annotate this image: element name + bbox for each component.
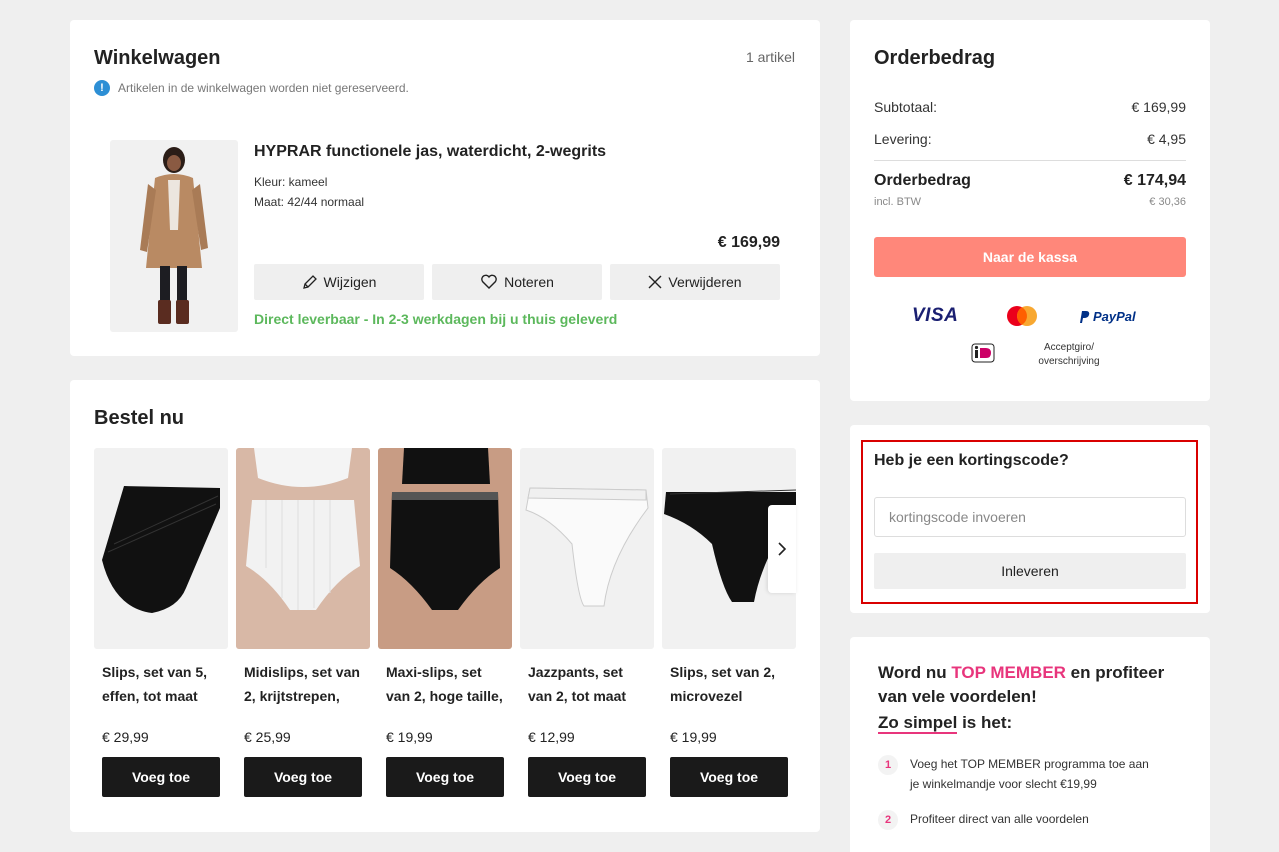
subtotal-label: Subtotaal: — [874, 99, 938, 115]
summary-divider — [874, 160, 1186, 161]
carousel-next-button[interactable] — [768, 505, 796, 593]
top-member-card: Word nu TOP MEMBER en profiteer van vele… — [850, 637, 1210, 852]
delivery-value: € 4,95 — [1147, 131, 1186, 147]
step-number: 2 — [878, 810, 898, 830]
reco-name[interactable]: Maxi-slips, set van 2, hoge taille, — [386, 660, 504, 708]
member-step: 2 Profiteer direct van alle voordelen — [878, 809, 1150, 830]
vat-label: incl. BTW — [874, 196, 922, 208]
chevron-right-icon — [778, 542, 787, 556]
reco-name[interactable]: Jazzpants, set van 2, tot maat — [528, 660, 646, 708]
cart-title: Winkelwagen — [94, 47, 221, 69]
checkout-button[interactable]: Naar de kassa — [874, 237, 1186, 277]
paypal-wordmark: PayPal — [1093, 309, 1136, 324]
mastercard-logo — [1007, 306, 1037, 326]
subtotal-row: Subtotaal: € 169,99 — [874, 99, 1186, 115]
save-for-later-button[interactable]: Noteren — [432, 264, 602, 300]
delivery-row: Levering: € 4,95 — [874, 131, 1186, 147]
reco-price: € 19,99 — [386, 729, 433, 745]
save-for-later-label: Noteren — [504, 274, 554, 290]
total-value: € 174,94 — [1123, 172, 1186, 189]
reservation-notice: ! Artikelen in de winkelwagen worden nie… — [94, 80, 409, 96]
add-to-cart-button[interactable]: Voeg toe — [102, 757, 220, 797]
paypal-icon — [1080, 310, 1090, 323]
reco-item: Maxi-slips, set van 2, hoge taille, € 19… — [378, 448, 512, 797]
step-number: 1 — [878, 755, 898, 775]
subtotal-value: € 169,99 — [1131, 99, 1187, 115]
recommendations-title: Bestel nu — [94, 407, 185, 429]
reco-item: Jazzpants, set van 2, tot maat € 12,99 V… — [520, 448, 654, 797]
member-brand: TOP MEMBER — [951, 663, 1066, 682]
heart-icon — [481, 274, 497, 289]
total-row: Orderbedrag € 174,94 — [874, 172, 1186, 190]
add-to-cart-button[interactable]: Voeg toe — [528, 757, 646, 797]
add-to-cart-button[interactable]: Voeg toe — [670, 757, 788, 797]
voucher-title: Heb je een kortingscode? — [874, 452, 1069, 469]
pencil-icon — [302, 275, 317, 289]
reco-item: Slips, set van 5, effen, tot maat € 29,9… — [94, 448, 228, 797]
remove-button[interactable]: Verwijderen — [610, 264, 780, 300]
reco-name[interactable]: Midislips, set van 2, krijtstrepen, — [244, 660, 362, 708]
reco-image[interactable] — [378, 448, 512, 649]
reco-name[interactable]: Slips, set van 2, microvezel — [670, 660, 788, 708]
reco-price: € 25,99 — [244, 729, 291, 745]
member-subheading: Zo simpel is het: — [878, 713, 1013, 734]
cart-item-actions: Wijzigen Noteren Verwijderen — [254, 264, 780, 300]
reco-price: € 12,99 — [528, 729, 575, 745]
reco-item: Midislips, set van 2, krijtstrepen, € 25… — [236, 448, 370, 797]
member-subheading-rest: is het: — [957, 713, 1013, 732]
recommendations-carousel: Slips, set van 5, effen, tot maat € 29,9… — [94, 448, 796, 808]
member-subheading-underlined: Zo simpel — [878, 713, 958, 734]
voucher-card: Heb je een kortingscode? Inleveren — [850, 425, 1210, 613]
cart-item-count: 1 artikel — [745, 49, 795, 65]
product-price: € 169,99 — [717, 234, 780, 251]
close-icon — [648, 275, 662, 289]
add-to-cart-button[interactable]: Voeg toe — [386, 757, 504, 797]
step-text: Profiteer direct van alle voordelen — [910, 812, 1089, 826]
vat-row: incl. BTW € 30,36 — [874, 196, 1186, 208]
product-color: Kleur: kameel — [254, 175, 328, 189]
reco-price: € 29,99 — [102, 729, 149, 745]
product-size: Maat: 42/44 normaal — [254, 195, 365, 209]
redeem-button[interactable]: Inleveren — [874, 553, 1186, 589]
reco-image[interactable] — [94, 448, 228, 649]
edit-button-label: Wijzigen — [323, 274, 377, 290]
availability-text: Direct leverbaar - In 2-3 werkdagen bij … — [254, 311, 618, 327]
member-headline-pre: Word nu — [878, 663, 952, 682]
reservation-notice-text: Artikelen in de winkelwagen worden niet … — [118, 81, 409, 95]
member-step: 1 Voeg het TOP MEMBER programma toe aan … — [878, 754, 1150, 794]
step-text: Voeg het TOP MEMBER programma toe aan je… — [910, 757, 1149, 791]
paypal-logo: PayPal — [1078, 309, 1136, 324]
remove-button-label: Verwijderen — [668, 274, 742, 290]
reco-image[interactable] — [236, 448, 370, 649]
visa-logo: VISA — [912, 305, 959, 326]
order-summary-card: Orderbedrag Subtotaal: € 169,99 Levering… — [850, 20, 1210, 401]
recommendations-card: Bestel nu Slips, set van 5, effen, tot m… — [70, 380, 820, 832]
acceptgiro-label: Acceptgiro/ overschrijving — [1038, 342, 1100, 367]
product-image[interactable] — [110, 140, 238, 332]
ideal-logo — [971, 343, 995, 363]
add-to-cart-button[interactable]: Voeg toe — [244, 757, 362, 797]
delivery-label: Levering: — [874, 131, 932, 147]
cart-card: Winkelwagen 1 artikel ! Artikelen in de … — [70, 20, 820, 356]
product-name[interactable]: HYPRAR functionele jas, waterdicht, 2-we… — [254, 143, 606, 161]
info-icon: ! — [94, 80, 110, 96]
voucher-code-input[interactable] — [874, 497, 1186, 537]
vat-value: € 30,36 — [1149, 196, 1186, 208]
reco-price: € 19,99 — [670, 729, 717, 745]
edit-button[interactable]: Wijzigen — [254, 264, 424, 300]
total-label: Orderbedrag — [874, 172, 971, 189]
reco-image[interactable] — [520, 448, 654, 649]
order-summary-title: Orderbedrag — [874, 47, 996, 69]
member-headline: Word nu TOP MEMBER en profiteer van vele… — [878, 661, 1198, 709]
reco-name[interactable]: Slips, set van 5, effen, tot maat — [102, 660, 220, 708]
